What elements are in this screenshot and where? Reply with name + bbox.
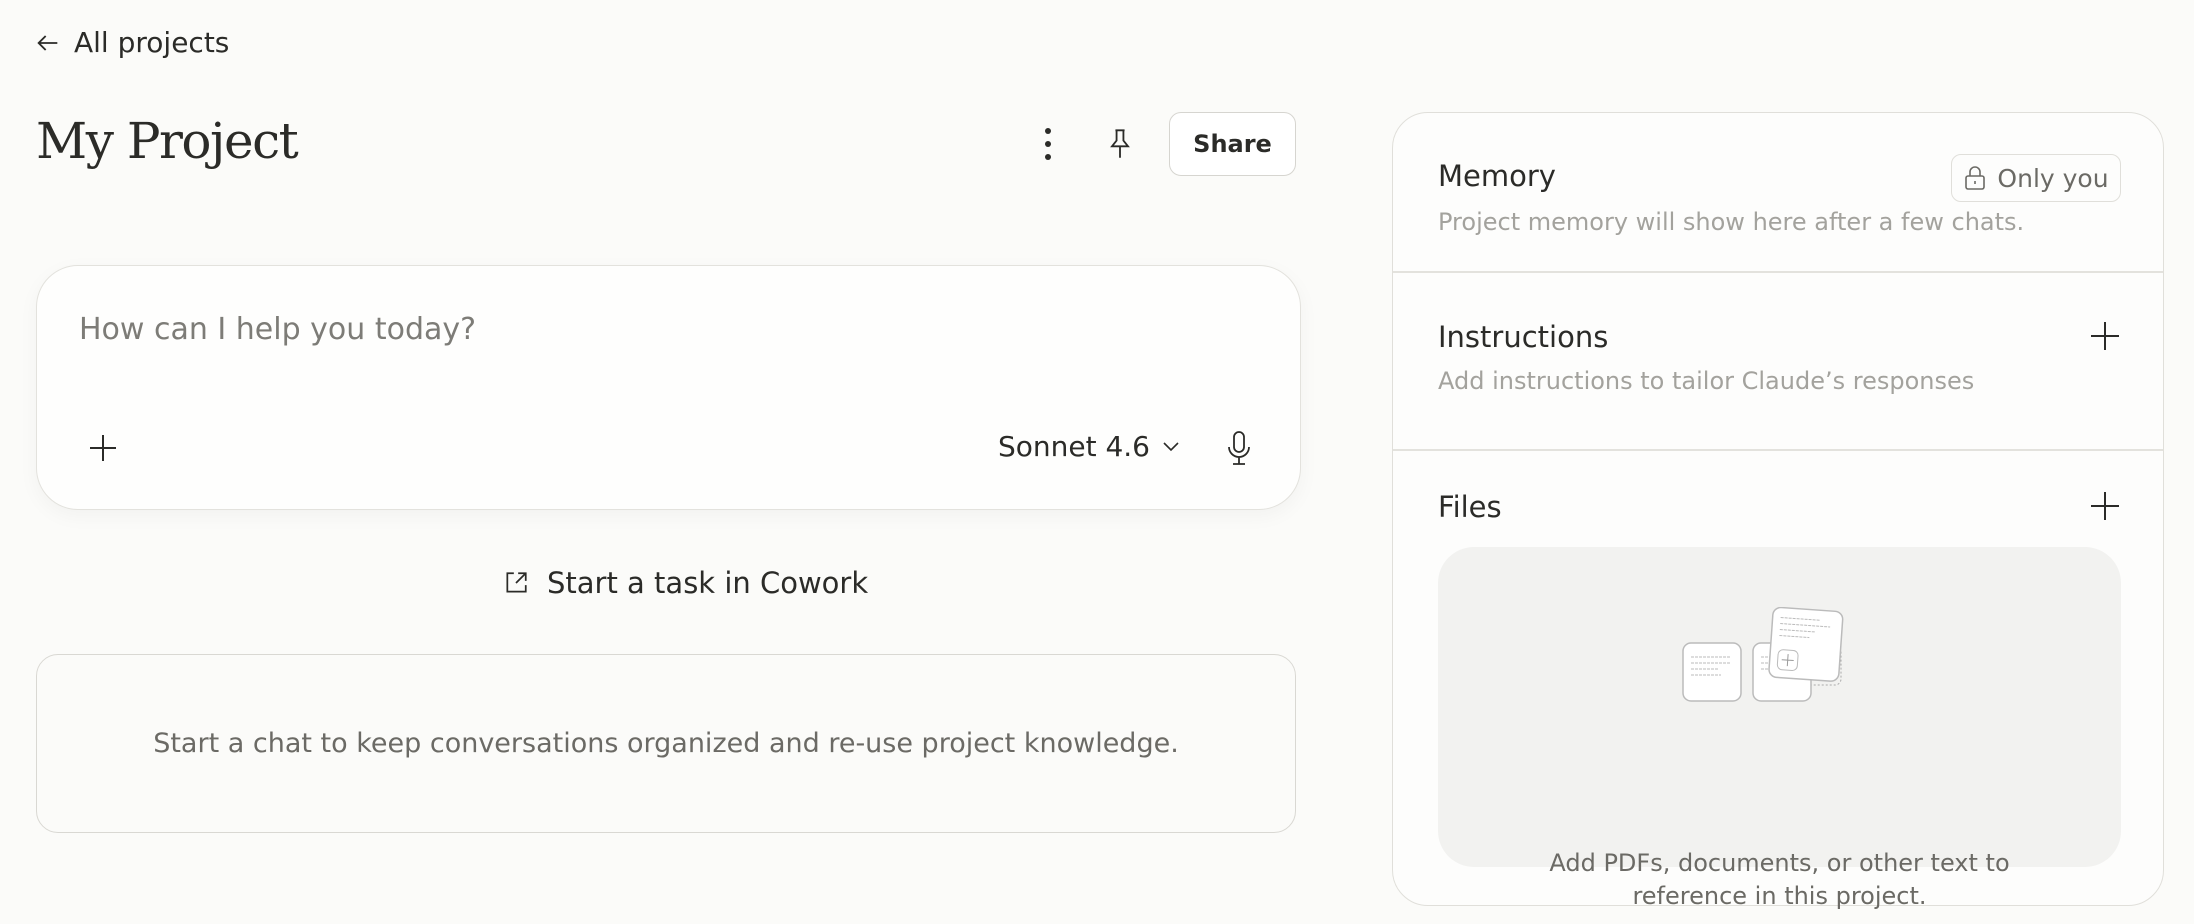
memory-visibility-badge[interactable]: Only you [1951, 154, 2121, 202]
page-title: My Project [36, 112, 297, 170]
divider [1393, 449, 2163, 451]
pin-button[interactable] [1096, 120, 1144, 168]
add-instructions-button[interactable] [2090, 321, 2120, 355]
memory-subtitle: Project memory will show here after a fe… [1438, 208, 2024, 236]
all-projects-label: All projects [74, 26, 229, 59]
empty-chats-text: Start a chat to keep conversations organ… [153, 728, 1179, 759]
file-drop-line-2: reference in this project. [1438, 880, 2121, 913]
model-selector[interactable]: Sonnet 4.6 [998, 430, 1180, 463]
file-drop-text: Add PDFs, documents, or other text to re… [1438, 847, 2121, 913]
pin-icon [1106, 128, 1134, 160]
start-cowork-task-link[interactable]: Start a task in Cowork [503, 566, 868, 600]
microphone-icon [1225, 430, 1253, 466]
lock-icon [1963, 165, 1987, 191]
empty-chats-box: Start a chat to keep conversations organ… [36, 654, 1296, 833]
add-files-button[interactable] [2090, 491, 2120, 525]
file-drop-zone[interactable]: Add PDFs, documents, or other text to re… [1438, 547, 2121, 867]
all-projects-link[interactable]: All projects [34, 26, 229, 59]
divider [1393, 271, 2163, 273]
badge-label: Only you [1997, 164, 2108, 193]
add-attachment-button[interactable] [79, 424, 127, 472]
share-button[interactable]: Share [1169, 112, 1296, 176]
files-title: Files [1438, 490, 1502, 524]
file-drop-line-1: Add PDFs, documents, or other text to [1438, 847, 2121, 880]
chat-composer[interactable]: How can I help you today? Sonnet 4.6 [36, 265, 1301, 510]
voice-input-button[interactable] [1215, 424, 1263, 472]
instructions-subtitle: Add instructions to tailor Claude’s resp… [1438, 367, 1974, 395]
project-side-panel: Memory Only you Project memory will show… [1392, 112, 2164, 906]
arrow-left-icon [34, 29, 62, 57]
plus-icon [88, 433, 118, 463]
more-options-button[interactable] [1024, 120, 1072, 168]
memory-title: Memory [1438, 159, 1556, 193]
documents-illustration-icon [1681, 607, 1891, 707]
cowork-label: Start a task in Cowork [547, 566, 868, 600]
model-name: Sonnet 4.6 [998, 430, 1150, 463]
plus-icon [2090, 321, 2120, 351]
more-vertical-icon [1043, 127, 1053, 161]
chevron-down-icon [1162, 441, 1180, 453]
plus-icon [2090, 491, 2120, 521]
external-link-icon [503, 570, 529, 596]
chat-input[interactable]: How can I help you today? [79, 312, 476, 347]
instructions-title: Instructions [1438, 320, 1608, 354]
